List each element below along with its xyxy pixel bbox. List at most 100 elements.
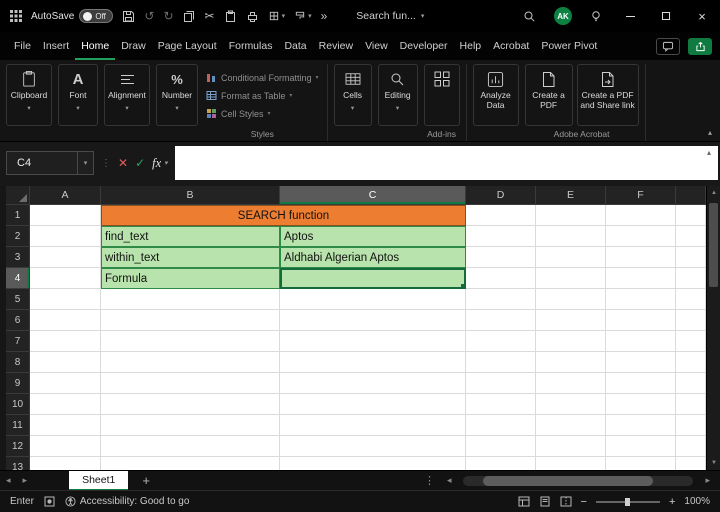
cell-C3[interactable]: Aldhabi Algerian Aptos bbox=[280, 247, 466, 268]
column-header-A[interactable]: A bbox=[30, 186, 101, 205]
lightbulb-icon[interactable] bbox=[590, 10, 602, 23]
cell-D10[interactable] bbox=[466, 394, 536, 415]
cell-F11[interactable] bbox=[606, 415, 676, 436]
cell-B7[interactable] bbox=[101, 331, 280, 352]
cell-x2[interactable] bbox=[676, 226, 706, 247]
close-button[interactable]: × bbox=[684, 0, 720, 32]
row-header-12[interactable]: 12 bbox=[6, 436, 30, 457]
toolbar-overflow-button[interactable]: » bbox=[321, 9, 328, 23]
copy-button[interactable] bbox=[183, 10, 196, 23]
cell-A9[interactable] bbox=[30, 373, 101, 394]
formula-input[interactable]: ▴ bbox=[175, 146, 718, 180]
tab-options-icon[interactable]: ⋮ bbox=[424, 474, 435, 487]
cell-x5[interactable] bbox=[676, 289, 706, 310]
cell-F7[interactable] bbox=[606, 331, 676, 352]
scroll-up-icon[interactable]: ▲ bbox=[707, 186, 720, 200]
cell-x7[interactable] bbox=[676, 331, 706, 352]
formula-bar-handle[interactable]: ⋮ bbox=[101, 158, 111, 169]
cells-group-button[interactable]: Cells ▾ bbox=[334, 64, 372, 126]
zoom-slider-thumb[interactable] bbox=[625, 498, 630, 506]
undo-button[interactable]: ↺ bbox=[144, 9, 154, 23]
page-layout-view-icon[interactable] bbox=[539, 496, 551, 507]
row-header-10[interactable]: 10 bbox=[6, 394, 30, 415]
cell-B1[interactable]: SEARCH function bbox=[101, 205, 466, 226]
cell-F9[interactable] bbox=[606, 373, 676, 394]
sheet-nav-left-icon[interactable]: ◂ bbox=[0, 475, 17, 486]
cell-C10[interactable] bbox=[280, 394, 466, 415]
scroll-down-icon[interactable]: ▼ bbox=[707, 456, 720, 470]
zoom-slider[interactable] bbox=[596, 501, 660, 503]
cell-C5[interactable] bbox=[280, 289, 466, 310]
cell-A5[interactable] bbox=[30, 289, 101, 310]
cell-F10[interactable] bbox=[606, 394, 676, 415]
cell-A3[interactable] bbox=[30, 247, 101, 268]
scroll-right-icon[interactable]: ▸ bbox=[699, 475, 716, 486]
menu-data[interactable]: Data bbox=[278, 32, 312, 60]
column-header-overflow[interactable] bbox=[676, 186, 706, 205]
number-group-button[interactable]: % Number ▾ bbox=[156, 64, 198, 126]
cell-F8[interactable] bbox=[606, 352, 676, 373]
cell-A12[interactable] bbox=[30, 436, 101, 457]
new-sheet-button[interactable]: + bbox=[142, 473, 150, 488]
sheet-tab-sheet1[interactable]: Sheet1 bbox=[69, 471, 128, 491]
cell-C4[interactable] bbox=[280, 268, 466, 289]
cell-F3[interactable] bbox=[606, 247, 676, 268]
cell-C9[interactable] bbox=[280, 373, 466, 394]
row-header-13[interactable]: 13 bbox=[6, 457, 30, 470]
cell-E3[interactable] bbox=[536, 247, 606, 268]
cell-B3[interactable]: within_text bbox=[101, 247, 280, 268]
cell-B5[interactable] bbox=[101, 289, 280, 310]
menu-insert[interactable]: Insert bbox=[37, 32, 75, 60]
collapse-formula-bar-icon[interactable]: ▴ bbox=[707, 148, 711, 157]
cell-C11[interactable] bbox=[280, 415, 466, 436]
cell-E4[interactable] bbox=[536, 268, 606, 289]
cell-F13[interactable] bbox=[606, 457, 676, 470]
cell-E5[interactable] bbox=[536, 289, 606, 310]
page-break-preview-icon[interactable] bbox=[560, 496, 572, 507]
create-pdf-share-link-button[interactable]: Create a PDF and Share link bbox=[577, 64, 639, 126]
cell-A13[interactable] bbox=[30, 457, 101, 470]
cancel-entry-button[interactable]: ✕ bbox=[118, 156, 128, 170]
autosave-toggle[interactable]: Off bbox=[79, 9, 113, 23]
row-header-5[interactable]: 5 bbox=[6, 289, 30, 310]
horizontal-scroll-thumb[interactable] bbox=[483, 476, 653, 486]
cell-x1[interactable] bbox=[676, 205, 706, 226]
column-header-E[interactable]: E bbox=[536, 186, 606, 205]
cell-E6[interactable] bbox=[536, 310, 606, 331]
cell-F1[interactable] bbox=[606, 205, 676, 226]
redo-button[interactable]: ↻ bbox=[163, 9, 173, 23]
cell-x10[interactable] bbox=[676, 394, 706, 415]
menu-acrobat[interactable]: Acrobat bbox=[487, 32, 535, 60]
row-header-8[interactable]: 8 bbox=[6, 352, 30, 373]
vertical-scrollbar[interactable]: ▲ ▼ bbox=[706, 186, 720, 470]
insert-function-button[interactable]: fx ▾ bbox=[152, 156, 168, 171]
cell-x12[interactable] bbox=[676, 436, 706, 457]
column-header-C[interactable]: C bbox=[280, 186, 466, 205]
cell-E2[interactable] bbox=[536, 226, 606, 247]
cell-x11[interactable] bbox=[676, 415, 706, 436]
menu-review[interactable]: Review bbox=[313, 32, 359, 60]
cell-B9[interactable] bbox=[101, 373, 280, 394]
save-button[interactable] bbox=[122, 10, 135, 23]
cell-D12[interactable] bbox=[466, 436, 536, 457]
zoom-out-button[interactable]: − bbox=[581, 496, 587, 508]
cell-C2[interactable]: Aptos bbox=[280, 226, 466, 247]
cell-C7[interactable] bbox=[280, 331, 466, 352]
normal-view-icon[interactable] bbox=[518, 496, 530, 507]
row-header-4[interactable]: 4 bbox=[6, 268, 30, 289]
create-pdf-button[interactable]: Create a PDF bbox=[525, 64, 573, 126]
cell-B10[interactable] bbox=[101, 394, 280, 415]
cell-D6[interactable] bbox=[466, 310, 536, 331]
column-header-F[interactable]: F bbox=[606, 186, 676, 205]
cell-D9[interactable] bbox=[466, 373, 536, 394]
format-as-table-button[interactable]: Format as Table ▾ bbox=[204, 87, 294, 104]
paste-button[interactable] bbox=[224, 10, 237, 23]
cell-styles-button[interactable]: Cell Styles ▾ bbox=[204, 105, 273, 122]
share-button[interactable] bbox=[688, 38, 712, 55]
cell-C12[interactable] bbox=[280, 436, 466, 457]
row-header-7[interactable]: 7 bbox=[6, 331, 30, 352]
search-box[interactable]: Search fun... ▾ bbox=[356, 10, 424, 22]
app-launcher-icon[interactable] bbox=[10, 10, 22, 22]
cell-B2[interactable]: find_text bbox=[101, 226, 280, 247]
cell-A11[interactable] bbox=[30, 415, 101, 436]
